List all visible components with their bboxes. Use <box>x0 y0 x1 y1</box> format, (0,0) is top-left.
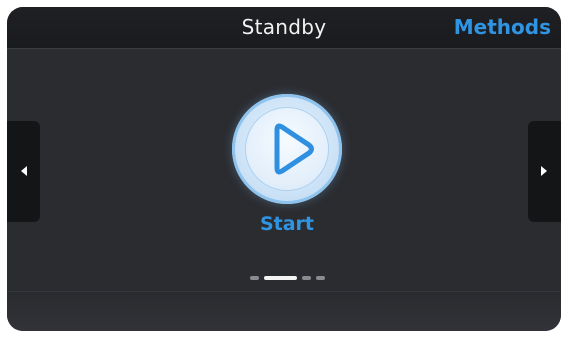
header-bar: Standby Methods <box>7 7 561 49</box>
page-dot-active <box>264 276 297 280</box>
start-label[interactable]: Start <box>207 213 367 235</box>
triangle-left-icon <box>21 166 27 176</box>
start-button[interactable] <box>232 94 342 204</box>
triangle-right-icon <box>541 166 547 176</box>
page-dot <box>250 276 259 280</box>
play-icon <box>274 123 314 175</box>
footer-bar <box>7 291 561 331</box>
page-dot <box>302 276 311 280</box>
device-screen: Standby Methods Start <box>7 7 561 331</box>
next-page-button[interactable] <box>528 121 561 222</box>
previous-page-button[interactable] <box>7 121 40 222</box>
methods-button[interactable]: Methods <box>454 15 551 39</box>
page-dot <box>316 276 325 280</box>
